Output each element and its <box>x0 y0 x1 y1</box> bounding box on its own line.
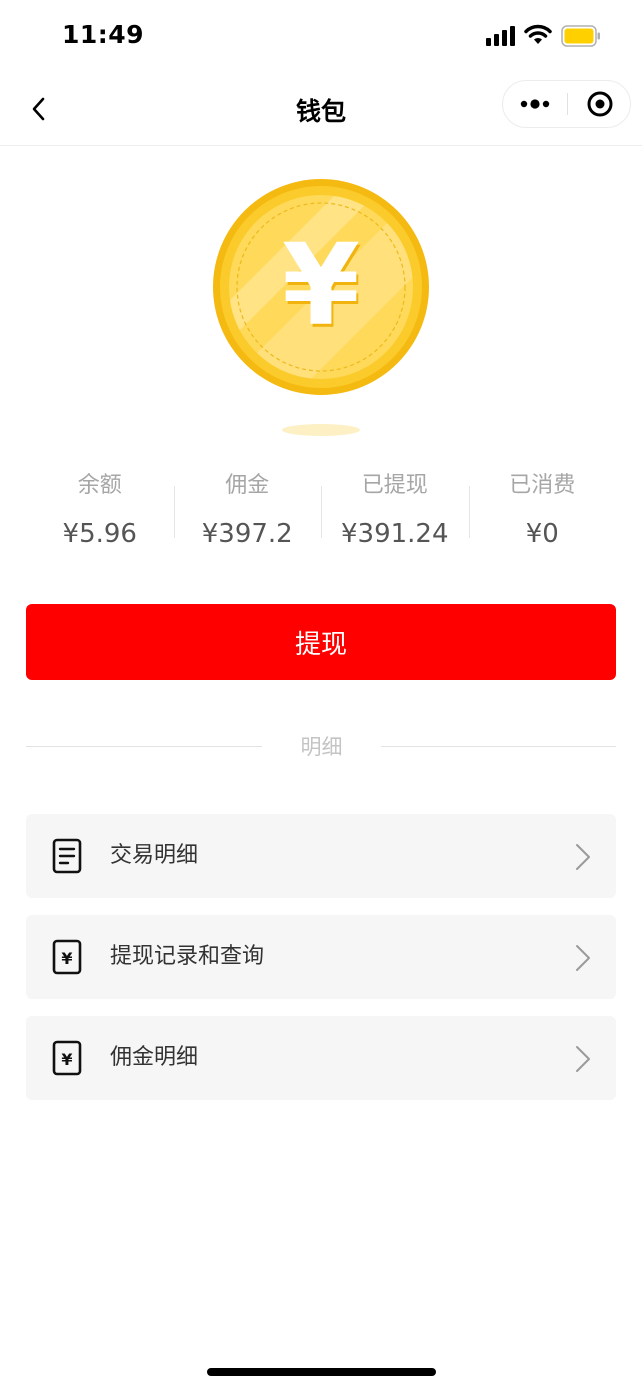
target-circle-icon[interactable] <box>568 81 631 127</box>
divider-line-right <box>381 746 616 747</box>
svg-text:¥: ¥ <box>61 949 72 968</box>
yuan-coin-icon: ¥ ¥ <box>213 179 429 395</box>
wallet-stats: 余额 ¥5.96 佣金 ¥397.2 已提现 ¥391.24 已消费 ¥0 <box>26 462 616 562</box>
coin-symbol: ¥ <box>282 221 360 351</box>
menu-item-withdrawal-records[interactable]: ¥ 提现记录和查询 <box>26 915 616 999</box>
menu-item-label: 交易明细 <box>110 843 199 868</box>
status-bar: 11:49 <box>0 0 642 72</box>
battery-icon <box>561 25 600 47</box>
stat-withdrawn: 已提现 ¥391.24 <box>321 462 469 562</box>
stat-label: 余额 <box>77 473 122 498</box>
chevron-right-icon <box>576 945 590 971</box>
status-time: 11:49 <box>62 20 145 49</box>
yuan-receipt-icon: ¥ <box>52 939 82 975</box>
document-icon <box>52 838 82 874</box>
stat-label: 佣金 <box>225 473 270 498</box>
menu-item-transaction-details[interactable]: 交易明细 <box>26 814 616 898</box>
chevron-right-icon <box>576 1046 590 1072</box>
more-dots-icon[interactable] <box>503 81 567 127</box>
stat-value: ¥391.24 <box>340 519 449 549</box>
divider-label: 明细 <box>300 735 343 759</box>
capsule-menu <box>502 80 631 128</box>
details-divider: 明细 <box>26 730 616 764</box>
chevron-right-icon <box>576 844 590 870</box>
stat-balance: 余额 ¥5.96 <box>26 462 174 562</box>
menu-item-label: 提现记录和查询 <box>110 944 265 969</box>
menu-item-label: 佣金明细 <box>110 1045 199 1070</box>
nav-bar: 钱包 <box>0 72 642 146</box>
withdraw-button[interactable]: 提现 <box>26 604 616 680</box>
stat-value: ¥0 <box>525 519 559 549</box>
svg-text:¥: ¥ <box>61 1050 72 1069</box>
signal-icon <box>486 26 515 46</box>
stat-commission: 佣金 ¥397.2 <box>173 462 322 562</box>
stat-value: ¥397.2 <box>201 519 293 549</box>
yuan-receipt-icon: ¥ <box>52 1040 82 1076</box>
stat-label: 已提现 <box>361 473 428 498</box>
divider-line-left <box>26 746 262 747</box>
stat-label: 已消费 <box>509 473 576 498</box>
home-indicator[interactable] <box>207 1368 436 1376</box>
stat-value: ¥5.96 <box>62 519 137 549</box>
wifi-icon <box>524 24 552 44</box>
menu-item-commission-details[interactable]: ¥ 佣金明细 <box>26 1016 616 1100</box>
coin-shadow <box>282 424 360 436</box>
stat-consumed: 已消费 ¥0 <box>468 462 617 562</box>
